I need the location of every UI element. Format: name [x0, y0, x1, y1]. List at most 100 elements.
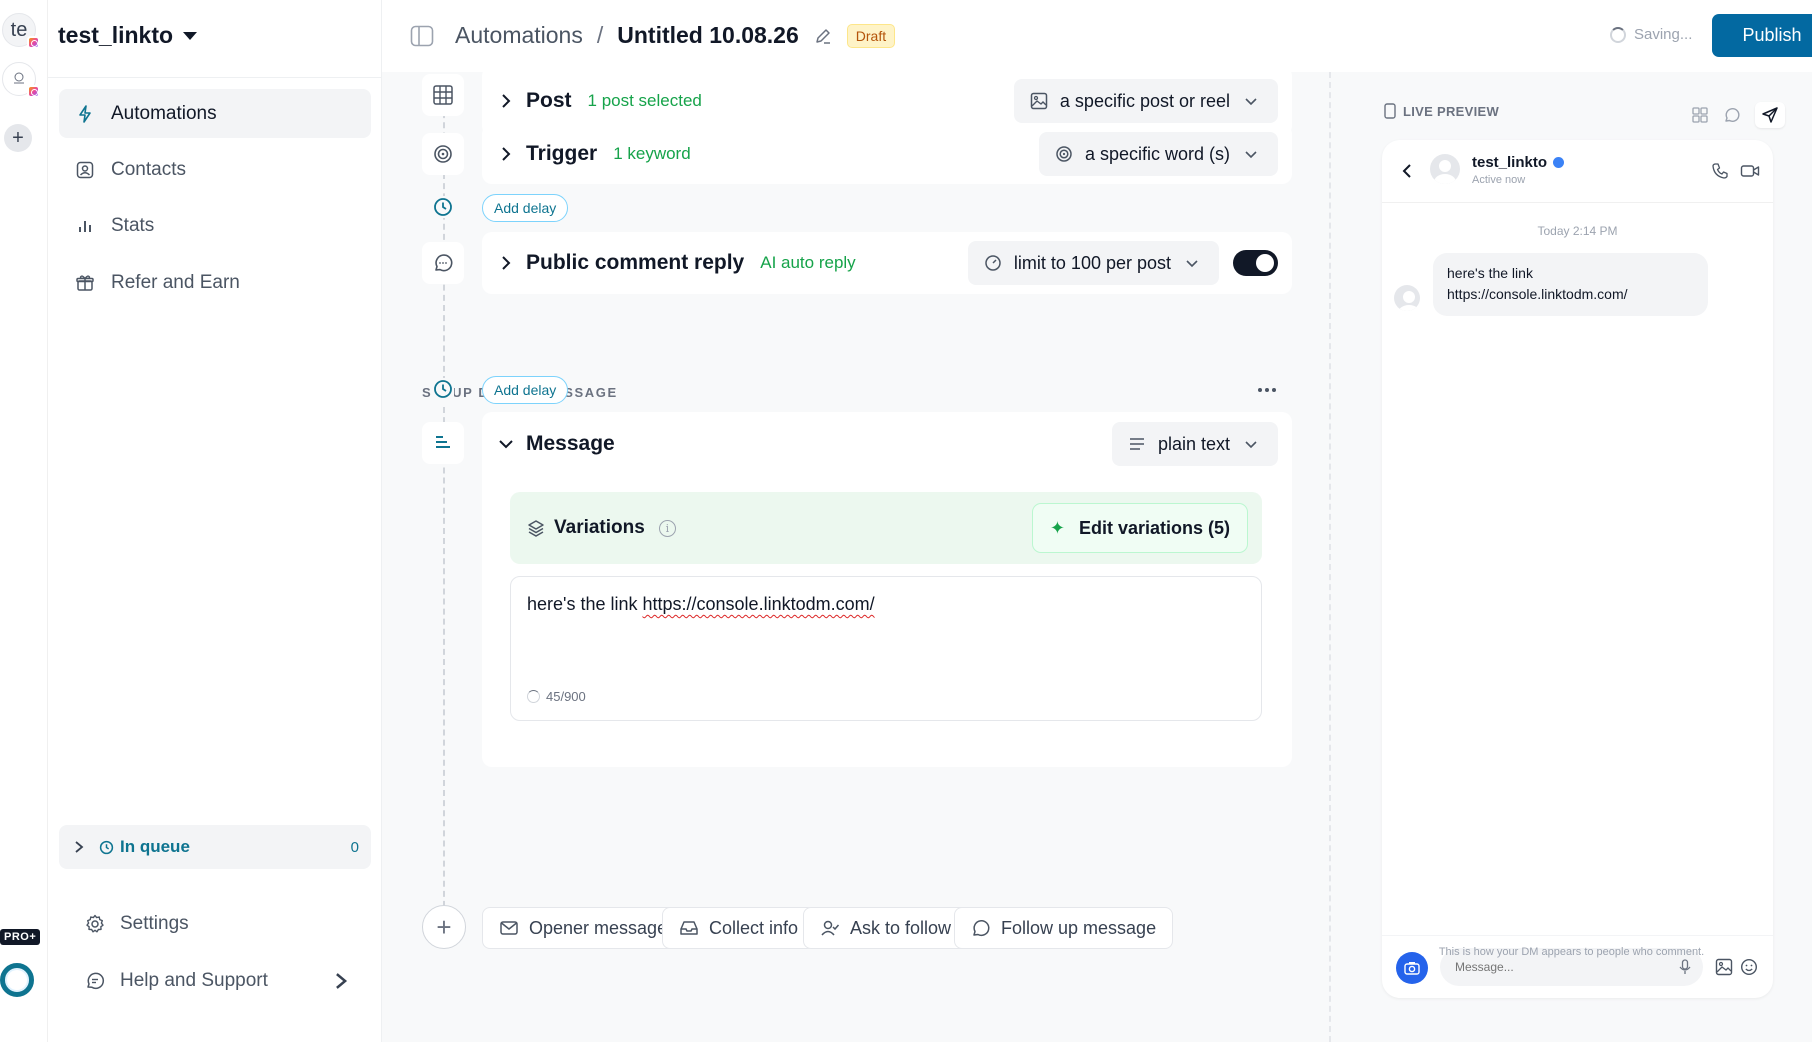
trigger-step-card[interactable]: Trigger 1 keyword a specific word (s)	[482, 124, 1292, 184]
chat-account-name: test_linkto	[1472, 154, 1565, 171]
message-format-value: plain text	[1157, 433, 1230, 454]
bar-chart-icon	[79, 220, 91, 232]
pencil-icon[interactable]	[813, 26, 833, 46]
help-and-support-label: Help and Support	[120, 970, 268, 991]
more-options-icon[interactable]	[1258, 382, 1282, 398]
chevron-right-icon	[335, 973, 347, 989]
edit-variations-button[interactable]: ✦ Edit variations (5)	[1031, 503, 1248, 553]
reply-limit-select[interactable]: limit to 100 per post	[967, 241, 1219, 285]
sidebar: test_linkto Automations Contacts Stats R…	[48, 0, 382, 1042]
post-type-select[interactable]: a specific post or reel	[1013, 79, 1278, 123]
account-avatar-test-linkto[interactable]: te	[2, 13, 40, 49]
opener-message-button[interactable]: Opener message	[482, 907, 685, 949]
message-bubble-link: https://console.linktodm.com/	[1447, 286, 1628, 302]
trigger-type-select[interactable]: a specific word (s)	[1038, 132, 1278, 176]
comment-view-icon[interactable]	[1723, 106, 1741, 124]
mail-icon	[500, 921, 518, 935]
plus-icon: +	[12, 127, 24, 149]
post-step-summary: 1 post selected	[587, 91, 702, 110]
settings-link[interactable]: Settings	[84, 913, 189, 935]
account-avatar-secondary[interactable]	[2, 62, 40, 98]
sidebar-item-contacts[interactable]: Contacts	[59, 145, 371, 194]
divider	[48, 77, 382, 78]
timeline-line	[443, 407, 445, 917]
breadcrumb-automations[interactable]: Automations	[455, 22, 583, 49]
clock-icon	[99, 840, 114, 854]
profile-ring-icon[interactable]	[0, 963, 34, 997]
comment-reply-toggle[interactable]	[1233, 250, 1278, 276]
phone-call-icon	[1712, 163, 1728, 179]
add-delay-button[interactable]: Add delay	[482, 376, 569, 404]
message-format-select[interactable]: plain text	[1111, 422, 1278, 466]
grid-step-icon-wrap	[422, 74, 464, 116]
saving-text: Saving...	[1634, 26, 1693, 43]
sidebar-item-stats[interactable]: Stats	[59, 201, 371, 250]
info-icon[interactable]: i	[658, 519, 676, 537]
grid-view-icon[interactable]	[1691, 106, 1709, 124]
chevron-down-icon	[1186, 260, 1198, 268]
comment-step-icon-wrap	[422, 242, 464, 284]
variations-label: Variations	[554, 517, 645, 538]
publish-button[interactable]: Publish	[1712, 14, 1812, 57]
collect-info-button[interactable]: Collect info	[662, 907, 816, 949]
automation-builder: Post 1 post selected a specific post or …	[382, 66, 1329, 1042]
comment-icon	[435, 254, 453, 272]
chat-input-bar	[1382, 935, 1773, 998]
sidebar-item-refer-and-earn[interactable]: Refer and Earn	[59, 258, 371, 307]
saving-indicator: Saving...	[1610, 26, 1692, 43]
live-preview-label: LIVE PREVIEW	[1403, 103, 1500, 119]
pro-badge: PRO+	[0, 929, 41, 945]
logo-icon	[14, 72, 24, 84]
chevron-down-icon[interactable]	[498, 436, 514, 452]
message-text: here's the link https://console.linktodm…	[527, 594, 875, 615]
message-step-title: Message	[526, 432, 615, 455]
chevron-right-icon[interactable]	[498, 93, 514, 109]
message-text-area[interactable]: here's the link https://console.linktodm…	[510, 576, 1262, 721]
image-icon	[1030, 92, 1048, 110]
comment-reply-row: Public comment reply AI auto reply limit…	[482, 232, 1292, 294]
account-initials: te	[10, 18, 28, 41]
chevron-right-icon[interactable]	[498, 255, 514, 271]
live-preview-heading: LIVE PREVIEW	[1383, 103, 1499, 119]
post-step-title: Post	[526, 89, 572, 112]
dm-preview-phone: test_linkto Active now Today 2:14 PM her…	[1382, 140, 1773, 998]
follow-up-message-label: Follow up message	[1001, 917, 1157, 938]
sparkle-icon: ✦	[1049, 517, 1065, 538]
camera-glyph	[1404, 962, 1420, 975]
workspace-name: test_linkto	[58, 22, 174, 48]
comment-reply-step-card[interactable]: Public comment reply AI auto reply limit…	[482, 232, 1292, 294]
chat-timestamp: Today 2:14 PM	[1537, 224, 1618, 238]
phone-device-icon	[1384, 103, 1396, 119]
add-delay-button[interactable]: Add delay	[482, 194, 569, 222]
follow-up-message-button[interactable]: Follow up message	[954, 907, 1174, 949]
gift-icon	[76, 274, 94, 291]
add-step-button[interactable]: +	[422, 905, 466, 949]
sidebar-item-label: Stats	[111, 214, 155, 236]
gauge-icon	[985, 255, 1001, 271]
sidebar-toggle-icon[interactable]	[410, 25, 434, 47]
chevron-right-icon[interactable]	[498, 146, 514, 162]
sidebar-item-automations[interactable]: Automations	[59, 89, 371, 138]
sidebar-item-label: Contacts	[111, 158, 186, 180]
breadcrumb: Automations / Untitled 10.08.26 Draft	[455, 22, 896, 49]
workspace-switcher[interactable]: test_linkto	[58, 22, 198, 49]
ask-to-follow-button[interactable]: Ask to follow	[803, 907, 969, 949]
help-chat-icon	[87, 972, 105, 990]
add-account-button[interactable]: +	[4, 124, 32, 152]
preview-mode-switcher	[1691, 102, 1785, 128]
plus-icon: +	[436, 911, 452, 942]
send-icon	[1762, 107, 1778, 123]
help-and-support-link[interactable]: Help and Support	[84, 970, 352, 992]
dm-view-tab[interactable]	[1755, 102, 1785, 128]
caret-down-icon	[183, 31, 198, 40]
menu-lines-icon	[1129, 438, 1144, 450]
message-text-prefix: here's the link	[527, 594, 643, 614]
layers-icon	[528, 520, 544, 537]
in-queue-panel[interactable]: In queue 0	[59, 825, 371, 869]
character-count-value: 45/900	[546, 689, 586, 704]
contact-icon	[76, 161, 94, 178]
message-step-header[interactable]: Message plain text	[482, 412, 1292, 476]
chat-bubble-icon	[973, 920, 990, 937]
reply-limit-value: limit to 100 per post	[1013, 252, 1171, 273]
chat-status: Active now	[1472, 174, 1526, 186]
